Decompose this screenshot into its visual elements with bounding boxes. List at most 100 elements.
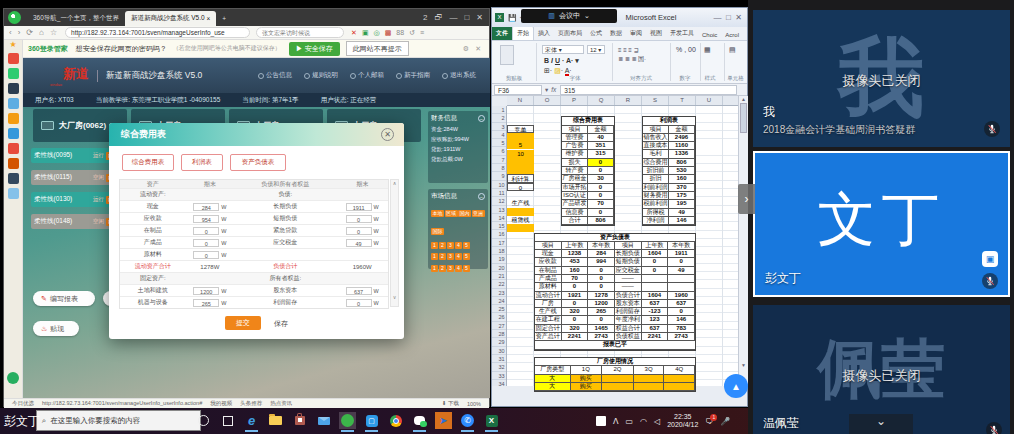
sidebar-bookmark-icon[interactable] — [8, 188, 19, 199]
modal-close-icon[interactable]: ✕ — [381, 128, 394, 141]
number-format[interactable]: % , 00 — [676, 46, 696, 53]
nav-item[interactable]: 个人邮箱 — [350, 71, 384, 80]
modal-value-input[interactable]: 1911 — [346, 203, 372, 211]
excel-cell[interactable]: 市场开拓 — [562, 184, 588, 192]
excel-cell[interactable]: 40 — [588, 134, 614, 142]
border-fill-color[interactable]: ⊞· ▨· A· — [544, 67, 572, 75]
excel-cell[interactable]: 2241 — [562, 333, 589, 341]
excel-cell[interactable]: 产品研发 — [562, 200, 588, 208]
excel-cell[interactable]: 利前利润 — [643, 184, 669, 192]
new-tab-button[interactable]: + — [216, 11, 232, 26]
excel-header-cell[interactable]: 3Q — [634, 366, 665, 374]
excel-cell[interactable]: 315 — [588, 150, 614, 158]
excel-cell[interactable]: 财务费用 — [643, 192, 669, 200]
sidebar-bookmark-icon[interactable] — [8, 83, 19, 94]
row-header[interactable]: 10 — [492, 181, 506, 189]
store-icon[interactable] — [291, 412, 308, 429]
modal-value-input[interactable]: 954 — [193, 215, 219, 223]
excel-cell[interactable]: 1238 — [562, 250, 589, 258]
row-header[interactable]: 23 — [492, 289, 506, 297]
modal-value-input[interactable]: 265 — [193, 299, 219, 307]
excel-cell[interactable]: —— — [615, 283, 642, 291]
participant-tile[interactable]: 佩莹摄像头已关闭温佩莹⌄ — [753, 305, 1010, 434]
market-chip[interactable]: 本地 — [431, 210, 444, 217]
excel-cell[interactable]: 应收款 — [535, 258, 562, 266]
market-slot-badge[interactable]: 5 — [463, 253, 470, 260]
row-header[interactable]: 31 — [492, 355, 506, 363]
excel-header-cell[interactable]: 本年数 — [588, 242, 615, 250]
excel-cell[interactable]: 284 — [588, 250, 615, 258]
sidebar-bookmark-icon[interactable] — [8, 68, 19, 79]
market-slot-badge[interactable]: 3 — [447, 242, 454, 249]
excel-cell[interactable]: 现金 — [535, 250, 562, 258]
production-line-row[interactable]: 柔性线(0115)空闲P — [31, 170, 117, 185]
production-line-row[interactable]: 柔性线(0095)运行P — [31, 148, 117, 163]
excel-header-cell[interactable]: 项目 — [535, 242, 562, 250]
browser-search-box[interactable]: 张文宏采访时候说 — [256, 27, 344, 38]
refresh-icon[interactable]: ⟳ — [26, 28, 33, 37]
file-explorer-icon[interactable] — [267, 412, 284, 429]
ime-icon[interactable] — [596, 416, 606, 426]
row-header[interactable]: 28 — [492, 330, 506, 338]
scroll-down-icon[interactable]: ⌄ — [849, 414, 913, 434]
market-slot-badge[interactable]: 2 — [439, 265, 446, 272]
market-chip[interactable]: 亚洲 — [472, 210, 485, 217]
excel-cell[interactable]: 320 — [562, 325, 589, 333]
task-view-icon[interactable] — [219, 412, 236, 429]
row-header[interactable]: 18 — [492, 247, 506, 255]
excel-cell[interactable] — [507, 224, 534, 232]
production-line-row[interactable]: 柔性线(0130)运行P — [31, 192, 117, 207]
excel-cell[interactable]: 530 — [669, 167, 695, 175]
modal-tab-balance[interactable]: 资产负债表 — [230, 154, 286, 171]
excel-header-cell[interactable]: 项目 — [615, 242, 642, 250]
excel-cell[interactable]: 购买 — [571, 383, 603, 391]
excel-header-cell[interactable]: 4Q — [664, 366, 695, 374]
excel-cell[interactable] — [664, 383, 695, 391]
excel-cell[interactable]: 合计 — [562, 217, 588, 225]
mail-icon[interactable] — [315, 412, 332, 429]
excel-cell[interactable]: 265 — [588, 308, 615, 316]
status-bar-link[interactable]: http://182.92.73.164:7001/sven/manageUse… — [42, 400, 202, 406]
meeting-indicator-pill[interactable]: ▥会议中⌄ — [521, 9, 617, 23]
modal-value-input[interactable]: 0 — [346, 299, 372, 307]
excel-cell[interactable]: 短期负债 — [615, 258, 642, 266]
excel-cell[interactable]: 2743 — [668, 333, 695, 341]
excel-cell[interactable]: 1278 — [588, 292, 615, 300]
sidebar-bookmark-icon[interactable] — [8, 158, 19, 169]
excel-header-cell[interactable]: 金额 — [669, 126, 695, 134]
ribbon-tab-6[interactable]: 审阅 — [626, 27, 646, 40]
toolbar-ext-2[interactable]: ▣ — [362, 29, 369, 37]
favorites-star-icon[interactable]: ★ — [4, 40, 22, 49]
ribbon-tab-7[interactable]: 视图 — [646, 27, 666, 40]
excel-cell[interactable]: 负债合计 — [615, 292, 642, 300]
row-header[interactable]: 33 — [492, 372, 506, 380]
home-icon[interactable]: ⌂ — [39, 28, 44, 37]
excel-header-cell[interactable]: 上年数 — [562, 242, 589, 250]
excel-cell[interactable]: 股东资本 — [615, 300, 642, 308]
sidebar-green-icon[interactable] — [7, 372, 19, 384]
bold-italic-underline[interactable]: B I U · A· ▾ — [544, 57, 579, 65]
status-bar-link[interactable]: 头条推荐 — [240, 400, 262, 406]
excel-cell[interactable]: —— — [615, 275, 642, 283]
excel-cell[interactable]: 在制品 — [535, 267, 562, 275]
market-slot-badge[interactable]: 4 — [455, 253, 462, 260]
excel-cell[interactable]: 损失 — [562, 159, 588, 167]
excel-cell[interactable] — [507, 166, 534, 174]
excel-cell[interactable]: 1604 — [642, 250, 669, 258]
excel-cell[interactable]: 折旧前 — [643, 167, 669, 175]
excel-cell[interactable]: 0 — [588, 192, 614, 200]
row-header[interactable]: 12 — [492, 197, 506, 205]
excel-cell[interactable]: 195 — [669, 200, 695, 208]
excel-cell[interactable]: 160 — [562, 267, 589, 275]
excel-cell[interactable] — [602, 375, 634, 383]
excel-cell[interactable]: 销售收入 — [643, 134, 669, 142]
excel-cell[interactable]: 1960 — [668, 292, 695, 300]
excel-cell[interactable]: 0 — [588, 283, 615, 291]
collapse-icon[interactable]: − — [478, 115, 485, 122]
excel-header-cell[interactable]: 金额 — [588, 126, 614, 134]
excel-cell[interactable]: 0 — [668, 308, 695, 316]
market-chip[interactable]: 区域 — [445, 210, 458, 217]
discount-button[interactable]: ♨贴现 — [33, 321, 79, 336]
excel-cell[interactable]: 2496 — [669, 134, 695, 142]
excel-cell[interactable]: 637 — [642, 325, 669, 333]
